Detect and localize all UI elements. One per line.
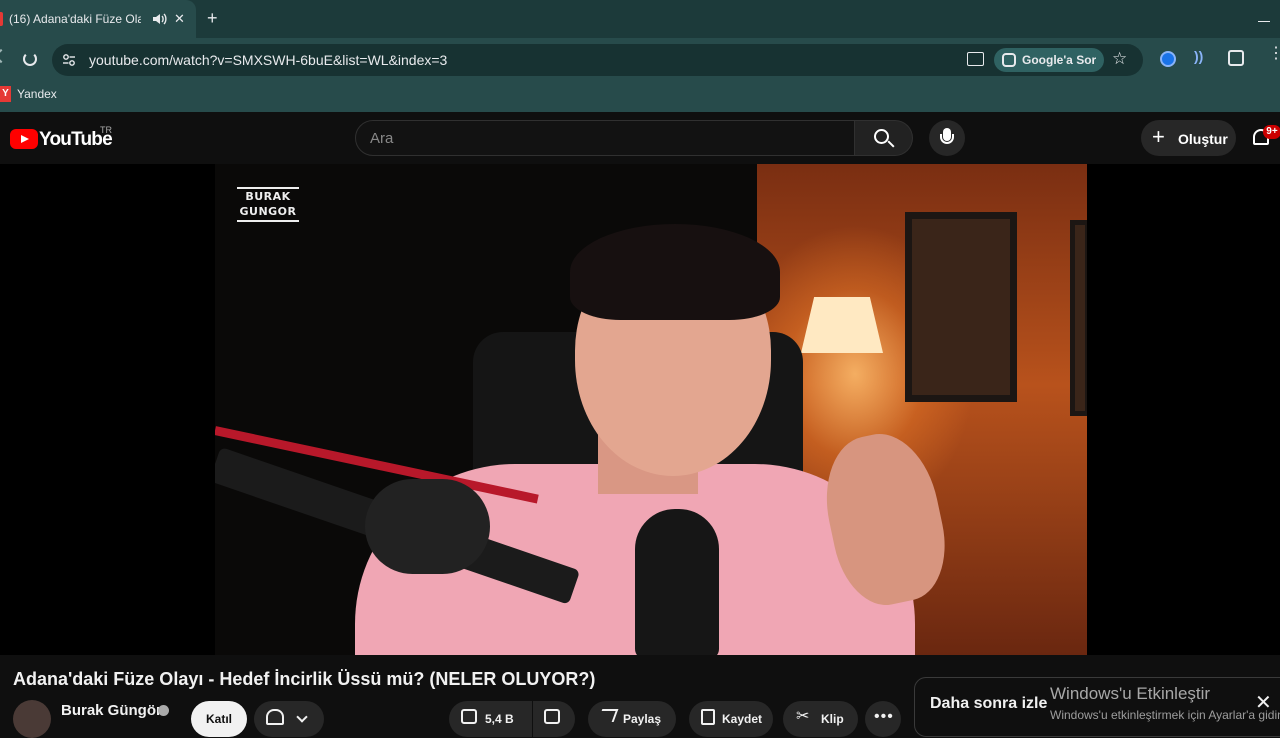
tab-title: (16) Adana'daki Füze Olayı [9, 12, 141, 26]
watermark-line-1: BURAK [245, 190, 291, 203]
search-icon-handle [887, 140, 895, 148]
watermark-line-2: GUNGOR [239, 205, 297, 218]
browser-tab-strip: (16) Adana'daki Füze Olayı ✕ + [0, 0, 1280, 38]
chevron-down-icon [296, 711, 308, 723]
play-icon [21, 135, 29, 143]
wall-picture-frame [905, 212, 1017, 402]
create-button[interactable]: + Oluştur [1141, 120, 1236, 156]
browser-menu-icon[interactable]: ⋮ [1268, 46, 1280, 62]
share-label: Paylaş [623, 712, 662, 726]
verified-icon [158, 705, 169, 716]
like-button[interactable]: 5,4 B [449, 701, 532, 737]
back-arrow-icon[interactable] [0, 48, 9, 64]
playlist-title[interactable]: Daha sonra izle [930, 695, 1047, 713]
microphone-stand [940, 134, 954, 144]
video-title: Adana'daki Füze Olayı - Hedef İncirlik Ü… [13, 669, 596, 689]
speaker-icon[interactable] [151, 11, 167, 27]
video-frame[interactable]: BURAK GUNGOR [215, 164, 1087, 655]
puzzle-icon[interactable] [1228, 50, 1244, 66]
new-tab-button[interactable]: + [207, 8, 218, 28]
google-lens-icon [1002, 53, 1016, 67]
avatar[interactable] [13, 700, 51, 738]
like-icon [461, 709, 477, 724]
yandex-icon[interactable]: Y [0, 86, 11, 102]
clip-button[interactable]: ✂ Klip [783, 701, 858, 737]
bookmarks-bar: Y Yandex [0, 82, 1280, 112]
presenter-hair [570, 224, 780, 320]
channel-name[interactable]: Burak Güngör [61, 702, 162, 719]
lamp-shade [801, 297, 883, 353]
bell-ring-icon [266, 709, 284, 725]
country-code: TR [100, 125, 112, 135]
more-actions-button[interactable]: ••• [865, 701, 901, 737]
save-icon [701, 709, 715, 725]
like-count: 5,4 B [485, 712, 514, 726]
clip-icon: ✂ [796, 708, 810, 725]
star-icon[interactable]: ☆ [1112, 48, 1127, 70]
minimize-window-button[interactable] [1258, 10, 1270, 22]
tab-close-icon[interactable]: ✕ [174, 12, 185, 26]
plus-icon: + [1152, 124, 1165, 149]
clip-label: Klip [821, 712, 844, 726]
save-label: Kaydet [722, 712, 763, 726]
browser-toolbar: youtube.com/watch?v=SMXSWH-6buE&list=WL&… [0, 38, 1280, 82]
search-box [355, 120, 855, 156]
notification-badge: 9+ [1263, 125, 1280, 139]
browser-tab[interactable]: (16) Adana'daki Füze Olayı ✕ [0, 0, 196, 38]
shazam-icon[interactable] [1160, 51, 1176, 67]
ask-google-label: Google'a Sor [1022, 53, 1097, 67]
mic-mount [365, 479, 490, 574]
voice-search-button[interactable] [929, 120, 965, 156]
install-app-icon[interactable] [967, 52, 984, 66]
video-player[interactable]: BURAK GUNGOR [0, 164, 1280, 655]
wave-icon[interactable]: )) [1194, 48, 1203, 64]
reload-icon[interactable] [23, 52, 37, 66]
bookmark-yandex[interactable]: Yandex [17, 87, 57, 101]
dislike-icon [544, 709, 560, 724]
address-bar[interactable]: youtube.com/watch?v=SMXSWH-6buE&list=WL&… [52, 44, 1143, 76]
share-icon [597, 709, 619, 722]
wall-picture-frame [1070, 220, 1087, 416]
subscription-bell-button[interactable] [254, 701, 324, 737]
dislike-button[interactable] [533, 701, 575, 737]
join-button[interactable]: Katıl [191, 701, 247, 737]
ask-google-button[interactable]: Google'a Sor [994, 48, 1104, 72]
share-button[interactable]: Paylaş [588, 701, 676, 737]
youtube-logo-icon[interactable] [10, 129, 38, 149]
search-input[interactable] [370, 129, 830, 147]
search-button[interactable] [855, 120, 913, 156]
tab-favicon [0, 12, 3, 26]
channel-watermark-logo: BURAK GUNGOR [237, 187, 299, 222]
youtube-masthead: YouTube TR + Oluştur 9+ [0, 112, 1280, 164]
more-icon: ••• [874, 708, 894, 725]
join-label: Katıl [206, 712, 233, 726]
create-label: Oluştur [1178, 131, 1228, 147]
save-button[interactable]: Kaydet [689, 701, 773, 737]
url-text[interactable]: youtube.com/watch?v=SMXSWH-6buE&list=WL&… [89, 52, 447, 68]
podcast-microphone [635, 509, 719, 655]
tune-icon[interactable] [62, 53, 76, 67]
windows-activation-title: Windows'u Etkinleştir [1050, 684, 1211, 703]
